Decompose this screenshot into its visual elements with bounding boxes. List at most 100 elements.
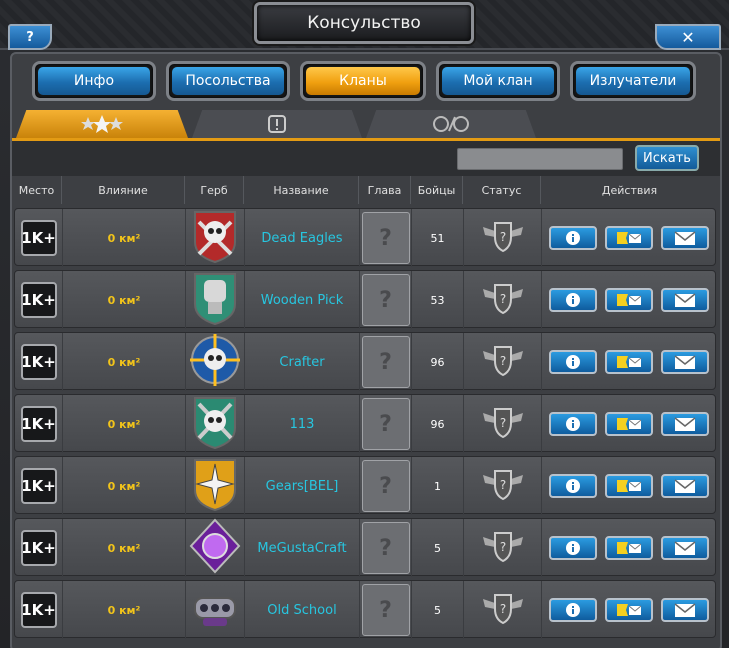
fighters-cell: 96 (412, 395, 464, 453)
subtab-rating[interactable] (16, 110, 188, 138)
tab-my-clan[interactable]: Мой клан (436, 61, 560, 101)
info-button[interactable] (548, 536, 597, 560)
fighters-cell: 5 (412, 519, 464, 577)
status-badge: ? (481, 529, 525, 567)
clan-name-link[interactable]: 113 (290, 417, 315, 432)
actions-cell (542, 581, 715, 639)
clan-message-button[interactable] (604, 598, 653, 622)
info-button[interactable] (548, 474, 597, 498)
fighters-count: 96 (430, 417, 445, 431)
name-cell: Wooden Pick (245, 271, 360, 329)
influence-cell: 0 км² (63, 519, 186, 577)
rank-badge: 1K+ (20, 468, 57, 504)
winged-shield-icon: ? (482, 346, 523, 377)
info-icon (565, 231, 580, 245)
place-cell: 1K+ (15, 395, 63, 453)
clan-emblem (189, 456, 241, 516)
info-button[interactable] (548, 350, 597, 374)
info-button[interactable] (548, 412, 597, 436)
subtab-alliances[interactable] (366, 110, 536, 138)
fighters-cell: 5 (412, 581, 464, 639)
tab-label: Инфо (38, 67, 150, 95)
tab-clans[interactable]: Кланы (300, 61, 426, 101)
clan-name-link[interactable]: Wooden Pick (261, 293, 343, 308)
clan-name-link[interactable]: Gears[BEL] (266, 479, 339, 494)
search-input[interactable] (457, 148, 623, 170)
leader-avatar[interactable]: ? (361, 460, 410, 512)
column-header-influence: Влияние (62, 176, 185, 204)
column-header-leader: Глава (359, 176, 411, 204)
info-button[interactable] (548, 226, 597, 250)
influence-value: 0 км² (107, 541, 141, 555)
actions-cell (542, 457, 715, 515)
table-row[interactable]: 1K+ 0 км² Gears[BEL] ? 1 ? (14, 456, 716, 516)
table-row[interactable]: 1K+ 0 км² Crafter ? 96 ? (14, 332, 716, 391)
mail-button[interactable] (660, 536, 709, 560)
info-button[interactable] (548, 288, 597, 312)
mail-icon (674, 293, 695, 307)
fighters-count: 96 (430, 355, 445, 369)
clan-name-link[interactable]: Dead Eagles (261, 231, 342, 246)
tab-info[interactable]: Инфо (32, 61, 156, 101)
table-row[interactable]: 1K+ 0 км² Old School ? 5 ? (14, 580, 716, 639)
leader-cell: ? (360, 395, 412, 453)
mail-button[interactable] (660, 350, 709, 374)
emblem-cell (186, 333, 245, 391)
leader-avatar[interactable]: ? (361, 336, 410, 388)
leader-avatar[interactable]: ? (361, 522, 410, 574)
tab-emitters[interactable]: Излучатели (570, 61, 696, 101)
close-button[interactable]: ✕ (655, 24, 721, 50)
clan-emblem (189, 208, 241, 268)
table-row[interactable]: 1K+ 0 км² 113 ? 96 ? (14, 394, 716, 454)
mail-button[interactable] (660, 598, 709, 622)
tab-label: Кланы (306, 67, 420, 95)
leader-avatar[interactable]: ? (361, 274, 410, 326)
clan-message-icon (616, 232, 641, 244)
clan-name-link[interactable]: Crafter (279, 355, 324, 370)
svg-text:?: ? (499, 478, 505, 492)
clan-message-icon (616, 480, 641, 492)
clan-message-button[interactable] (604, 474, 653, 498)
leader-cell: ? (360, 457, 412, 515)
info-icon (565, 417, 580, 431)
clan-message-button[interactable] (604, 412, 653, 436)
info-icon (565, 479, 580, 493)
leader-avatar[interactable]: ? (361, 212, 410, 264)
help-button[interactable]: ? (8, 24, 52, 50)
fighters-cell: 96 (412, 333, 464, 391)
clan-message-button[interactable] (604, 288, 653, 312)
clan-message-icon (616, 542, 641, 554)
leader-avatar[interactable]: ? (361, 584, 410, 636)
clan-name-link[interactable]: MeGustaCraft (257, 541, 346, 556)
leader-cell: ? (360, 519, 412, 577)
clan-message-button[interactable] (604, 536, 653, 560)
tab-embassies[interactable]: Посольства (166, 61, 290, 101)
table-row[interactable]: 1K+ 0 км² Wooden Pick ? 53 ? (14, 270, 716, 329)
influence-value: 0 км² (107, 293, 141, 307)
leader-avatar[interactable]: ? (361, 398, 410, 450)
search-button[interactable]: Искать (635, 145, 699, 171)
clan-message-icon (616, 356, 641, 368)
unknown-avatar-icon: ? (379, 473, 392, 499)
clan-name-link[interactable]: Old School (267, 603, 336, 618)
unknown-avatar-icon: ? (379, 287, 392, 313)
mail-button[interactable] (660, 412, 709, 436)
clan-message-button[interactable] (604, 226, 653, 250)
tab-label: Мой клан (442, 67, 554, 95)
table-row[interactable]: 1K+ 0 км² MeGustaCraft ? 5 ? (14, 518, 716, 577)
svg-text:?: ? (499, 354, 505, 368)
winged-shield-icon: ? (482, 470, 523, 501)
influence-cell: 0 км² (63, 271, 186, 329)
clan-emblem (189, 394, 241, 454)
influence-cell: 0 км² (63, 395, 186, 453)
clan-message-icon (616, 418, 641, 430)
winged-shield-icon: ? (482, 408, 523, 439)
mail-button[interactable] (660, 226, 709, 250)
info-button[interactable] (548, 598, 597, 622)
column-header-name: Название (244, 176, 359, 204)
table-row[interactable]: 1K+ 0 км² Dead Eagles ? 51 ? (14, 208, 716, 268)
mail-button[interactable] (660, 288, 709, 312)
mail-button[interactable] (660, 474, 709, 498)
subtab-alerts[interactable] (192, 110, 362, 138)
clan-message-button[interactable] (604, 350, 653, 374)
